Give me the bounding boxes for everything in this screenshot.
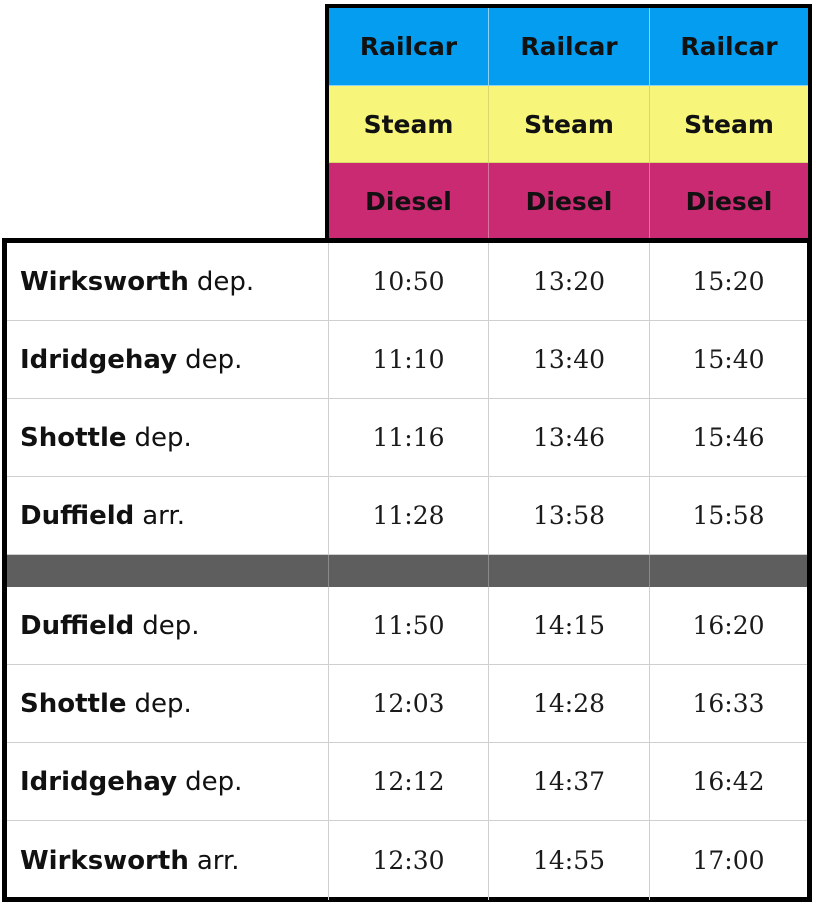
station-name: Shottle: [20, 422, 127, 453]
section-divider: [650, 555, 807, 587]
header-steam-2: Steam: [489, 86, 650, 163]
header-railcar-1: Railcar: [329, 8, 489, 86]
stop-type: dep.: [185, 766, 243, 797]
time-cell: 10:50: [329, 243, 489, 321]
station-name: Idridgehay: [20, 344, 178, 375]
time-cell: 12:03: [329, 665, 489, 743]
station-cell: Idridgehay dep.: [7, 321, 329, 399]
station-cell: Idridgehay dep.: [7, 743, 329, 821]
time-cell: 16:42: [650, 743, 807, 821]
time-cell: 16:20: [650, 587, 807, 665]
time-cell: 15:20: [650, 243, 807, 321]
time-cell: 11:50: [329, 587, 489, 665]
stop-type: dep.: [142, 610, 200, 641]
time-cell: 14:28: [489, 665, 650, 743]
stop-type: dep.: [185, 344, 243, 375]
time-cell: 11:28: [329, 477, 489, 555]
header-railcar-2: Railcar: [489, 8, 650, 86]
time-cell: 12:12: [329, 743, 489, 821]
station-cell: Shottle dep.: [7, 399, 329, 477]
time-cell: 16:33: [650, 665, 807, 743]
time-cell: 11:10: [329, 321, 489, 399]
header-railcar-3: Railcar: [650, 8, 808, 86]
station-cell: Wirksworth dep.: [7, 243, 329, 321]
stop-type: dep.: [134, 422, 192, 453]
time-cell: 15:58: [650, 477, 807, 555]
section-divider: [7, 555, 329, 587]
stop-type: dep.: [134, 688, 192, 719]
header-diesel-1: Diesel: [329, 163, 489, 240]
header-diesel-2: Diesel: [489, 163, 650, 240]
station-name: Wirksworth: [20, 266, 189, 297]
station-name: Shottle: [20, 688, 127, 719]
header-steam-1: Steam: [329, 86, 489, 163]
section-divider: [489, 555, 650, 587]
section-divider: [329, 555, 489, 587]
time-cell: 13:40: [489, 321, 650, 399]
time-cell: 14:37: [489, 743, 650, 821]
station-cell: Duffield dep.: [7, 587, 329, 665]
time-cell: 15:46: [650, 399, 807, 477]
header-steam-3: Steam: [650, 86, 808, 163]
time-cell: 13:20: [489, 243, 650, 321]
station-name: Duffield: [20, 610, 135, 641]
timetable: Railcar Railcar Railcar Steam Steam Stea…: [0, 0, 816, 904]
station-name: Duffield: [20, 500, 135, 531]
station-cell: Duffield arr.: [7, 477, 329, 555]
time-cell: 17:00: [692, 846, 765, 875]
time-cell: 14:55: [489, 821, 650, 900]
time-cell: 15:40: [650, 321, 807, 399]
stop-type: arr.: [142, 500, 185, 531]
time-cell: 14:15: [489, 587, 650, 665]
time-cell: 13:46: [489, 399, 650, 477]
stop-type: dep.: [196, 266, 255, 297]
timetable-header: Railcar Railcar Railcar Steam Steam Stea…: [325, 4, 812, 240]
time-cell: 13:58: [489, 477, 650, 555]
station-name: Wirksworth: [20, 845, 189, 876]
station-cell: Shottle dep.: [7, 665, 329, 743]
stop-type: arr.: [196, 845, 240, 876]
time-cell: 12:30: [329, 821, 489, 900]
time-cell: 11:16: [329, 399, 489, 477]
station-cell: Wirksworth arr.: [7, 821, 329, 900]
station-name: Idridgehay: [20, 766, 178, 797]
header-diesel-3: Diesel: [650, 163, 808, 240]
timetable-body: Wirksworth dep. 10:50 13:20 15:20 Idridge…: [2, 238, 812, 902]
